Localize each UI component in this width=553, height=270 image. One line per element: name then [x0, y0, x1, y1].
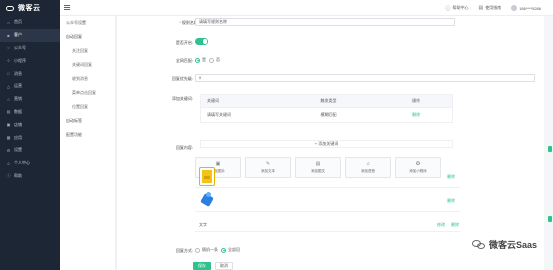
subnav-item-official-settings[interactable]: 公众号设置	[60, 16, 115, 30]
save-button[interactable]: 保存	[193, 262, 211, 270]
float-tab[interactable]	[548, 146, 552, 152]
reply-mode-label: 回复方式:	[175, 248, 193, 253]
mode-random-radio[interactable]: 随机一条	[195, 247, 218, 253]
all-match-yes-radio[interactable]: 是	[195, 57, 206, 63]
help-circle-icon: ⓘ	[445, 5, 451, 12]
priority-label: 回复优先级:	[171, 76, 193, 81]
brand-logo[interactable]: 微客云	[0, 0, 60, 16]
match-type-select[interactable]: 模糊匹配	[321, 112, 413, 118]
miniapp-icon: ◊	[7, 58, 10, 64]
keyword-table-header: 关键词 触发类型 操作	[201, 95, 452, 107]
top-bar: ⓘ 帮助中心 ▤ 使用指南 186****5286	[0, 0, 553, 16]
secondary-nav: 公众号设置 自动回复 关注回复 关键词回复 收到消息 菜单点击回复 位置回复 自…	[60, 16, 116, 270]
operation-icon: △	[6, 83, 11, 89]
subnav-item-menu-click-reply[interactable]: 菜单点击回复	[60, 86, 115, 100]
top-right-actions: ⓘ 帮助中心 ▤ 使用指南 186****5286	[445, 0, 541, 16]
delete-keyword-link[interactable]: 删除	[412, 112, 452, 118]
keyword-cell-input[interactable]: 请填写关键词	[201, 112, 321, 118]
marketing-icon: ☆	[6, 96, 11, 102]
enable-label: 是否开启:	[175, 40, 193, 45]
delete-reply-3-link[interactable]: 删除	[451, 222, 459, 228]
sidebar-item-app[interactable]: ▦ 应用	[0, 131, 60, 144]
help-center-link[interactable]: ⓘ 帮助中心	[445, 5, 468, 12]
edit-reply-3-link[interactable]: 修改	[437, 222, 445, 228]
book-icon: ▤	[478, 5, 484, 11]
sidebar-item-operation[interactable]: △ 运营	[0, 80, 60, 93]
message-icon: □	[7, 71, 10, 77]
table-row: 请填写关键词 模糊匹配 删除	[201, 107, 452, 122]
reply-item-image-2	[195, 188, 460, 212]
subnav-item-follow-reply[interactable]: 关注回复	[60, 44, 115, 58]
all-match-no-radio[interactable]: 否	[209, 57, 220, 63]
sidebar-item-marketing[interactable]: ☆ 营销	[0, 93, 60, 106]
home-icon: ⌂	[7, 19, 10, 25]
shop-icon: ▣	[6, 122, 11, 128]
subnav-item-location-reply[interactable]: 位置回复	[60, 100, 115, 114]
subnav-group-auto-tag[interactable]: 自动标签	[60, 114, 115, 128]
right-rail	[544, 16, 553, 270]
account-menu[interactable]: 186****5286	[511, 5, 541, 11]
avatar	[511, 5, 518, 11]
subnav-group-auto-reply[interactable]: 自动回复	[60, 30, 115, 44]
reply-text-content: 文字	[199, 222, 207, 227]
primary-sidebar: ⌂ 首页 ■ 客户 ○ 公众号 ◊ 小程序 □ 消息 △ 运营 ☆ 营销 ▤ 数据 ▣ 店铺 ▦ 应…	[0, 16, 60, 270]
all-match-label: 全网匹配:	[175, 58, 193, 63]
reply-item-text	[195, 212, 460, 232]
mode-all-radio[interactable]: 全部回	[221, 247, 240, 253]
subnav-item-message-received[interactable]: 收到消息	[60, 72, 115, 86]
logo-icon	[6, 5, 14, 11]
sidebar-item-official-account[interactable]: ○ 公众号	[0, 42, 60, 55]
delete-reply-1-link[interactable]: 删除	[447, 174, 455, 180]
settings-icon: ⚙	[6, 147, 11, 153]
sidebar-item-shop[interactable]: ▣ 店铺	[0, 118, 60, 131]
wechat-icon	[471, 239, 486, 250]
radio-dot-checked	[195, 57, 200, 63]
reply-image-thumbnail-2	[200, 192, 216, 209]
sidebar-item-help[interactable]: ⓘ 帮助	[0, 170, 60, 183]
subnav-item-keyword-reply[interactable]: 关键词回复	[60, 58, 115, 72]
radio-dot-checked	[221, 247, 226, 253]
enable-toggle[interactable]	[195, 38, 208, 45]
radio-dot	[209, 57, 214, 63]
sidebar-item-miniapp[interactable]: ◊ 小程序	[0, 54, 60, 67]
reply-image-thumbnail-1	[200, 168, 214, 185]
watermark: 微客云Saas	[471, 238, 537, 251]
float-tab[interactable]	[548, 216, 552, 222]
customer-icon: ■	[7, 32, 10, 38]
delete-reply-2-link[interactable]: 删除	[447, 198, 455, 204]
data-icon: ▤	[6, 109, 11, 115]
content-label: 回复内容:	[175, 145, 193, 150]
keyword-table: 关键词 触发类型 操作 请填写关键词 模糊匹配 删除	[200, 94, 453, 123]
sidebar-item-settings[interactable]: ⚙ 设置	[0, 144, 60, 157]
sidebar-item-user-center[interactable]: ☺ 个人中心	[0, 157, 60, 170]
main-form-panel: * 规则名称: 请填写规则名称 是否开启: 全网匹配: 是 否 回复优先级: 0…	[117, 16, 544, 270]
sidebar-item-data[interactable]: ▤ 数据	[0, 106, 60, 119]
subnav-item-config[interactable]: 配置功能	[60, 128, 115, 142]
guide-link[interactable]: ▤ 使用指南	[478, 5, 501, 11]
rule-name-input[interactable]: 请填写规则名称	[195, 18, 455, 26]
official-account-icon: ○	[7, 45, 10, 51]
sidebar-item-customer[interactable]: ■ 客户	[0, 28, 60, 42]
keywords-label: 添加关键词:	[171, 96, 193, 101]
priority-input[interactable]: 0	[195, 74, 535, 82]
help-icon: ⓘ	[6, 172, 11, 178]
reply-item-image-1	[195, 164, 460, 188]
sidebar-item-message[interactable]: □ 消息	[0, 67, 60, 80]
radio-dot	[195, 247, 200, 253]
cancel-button[interactable]: 取消	[215, 262, 233, 270]
rule-name-label: * 规则名称:	[179, 20, 199, 25]
add-keyword-button[interactable]: + 添加关键词	[200, 140, 453, 148]
menu-toggle-icon[interactable]	[64, 5, 70, 10]
app-icon: ▦	[6, 135, 11, 141]
user-icon: ☺	[6, 160, 11, 166]
sidebar-item-home[interactable]: ⌂ 首页	[0, 16, 60, 29]
